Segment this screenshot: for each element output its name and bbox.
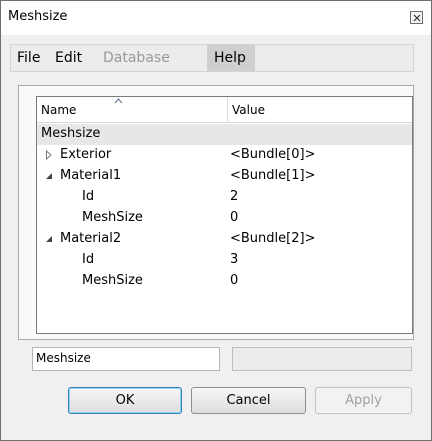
tree-row-material1[interactable]: Material1 <Bundle[1]> xyxy=(37,166,412,187)
name-input[interactable] xyxy=(33,348,219,368)
menu-file[interactable]: File xyxy=(17,50,40,66)
group-label: Meshsize xyxy=(41,126,101,141)
tree-row-meshsize[interactable]: MeshSize 0 xyxy=(37,208,412,229)
column-header-name[interactable]: Name xyxy=(41,103,76,117)
tree-header: Name Value xyxy=(37,97,412,123)
menu-bar: File Edit Database Help xyxy=(10,44,414,72)
ok-button[interactable]: OK xyxy=(68,387,182,414)
row-name: Id xyxy=(82,252,95,267)
menu-database[interactable]: Database xyxy=(103,50,170,66)
window-title: Meshsize xyxy=(8,9,68,24)
property-tree[interactable]: Name Value Meshsize Exterior <Bundle[0]> xyxy=(36,96,413,334)
menu-edit[interactable]: Edit xyxy=(55,50,82,66)
row-value: 0 xyxy=(230,210,239,225)
tree-row-material2[interactable]: Material2 <Bundle[2]> xyxy=(37,229,412,250)
column-divider[interactable] xyxy=(227,97,228,122)
close-button[interactable] xyxy=(410,11,423,24)
expand-expanded-icon[interactable] xyxy=(45,171,53,181)
expand-collapsed-icon[interactable] xyxy=(45,150,53,160)
row-value: <Bundle[0]> xyxy=(230,147,316,162)
tree-row-exterior[interactable]: Exterior <Bundle[0]> xyxy=(37,145,412,166)
tree-group-row[interactable]: Meshsize xyxy=(37,124,412,145)
row-name: Material1 xyxy=(60,168,122,183)
expand-expanded-icon[interactable] xyxy=(45,234,53,244)
row-value: <Bundle[1]> xyxy=(230,168,316,183)
row-value: 0 xyxy=(230,273,239,288)
row-name: Material2 xyxy=(60,231,122,246)
row-value: 2 xyxy=(230,189,239,204)
apply-button[interactable]: Apply xyxy=(315,387,412,414)
row-name: MeshSize xyxy=(82,210,143,225)
tree-row-id[interactable]: Id 2 xyxy=(37,187,412,208)
column-header-value[interactable]: Value xyxy=(232,103,265,117)
secondary-field xyxy=(232,347,412,371)
cancel-button[interactable]: Cancel xyxy=(191,387,306,414)
tree-row-meshsize[interactable]: MeshSize 0 xyxy=(37,271,412,292)
row-name: MeshSize xyxy=(82,273,143,288)
menu-help[interactable]: Help xyxy=(214,50,246,66)
title-bar: Meshsize xyxy=(1,1,431,35)
sort-ascending-icon xyxy=(114,98,123,104)
tree-row-id[interactable]: Id 3 xyxy=(37,250,412,271)
row-value: 3 xyxy=(230,252,239,267)
row-name: Id xyxy=(82,189,95,204)
name-field[interactable] xyxy=(32,347,220,371)
dialog-window: Meshsize File Edit Database Help Name Va… xyxy=(0,0,432,441)
close-icon xyxy=(413,14,421,22)
row-value: <Bundle[2]> xyxy=(230,231,316,246)
tree-panel: Name Value Meshsize Exterior <Bundle[0]> xyxy=(18,85,414,340)
row-name: Exterior xyxy=(60,147,112,162)
